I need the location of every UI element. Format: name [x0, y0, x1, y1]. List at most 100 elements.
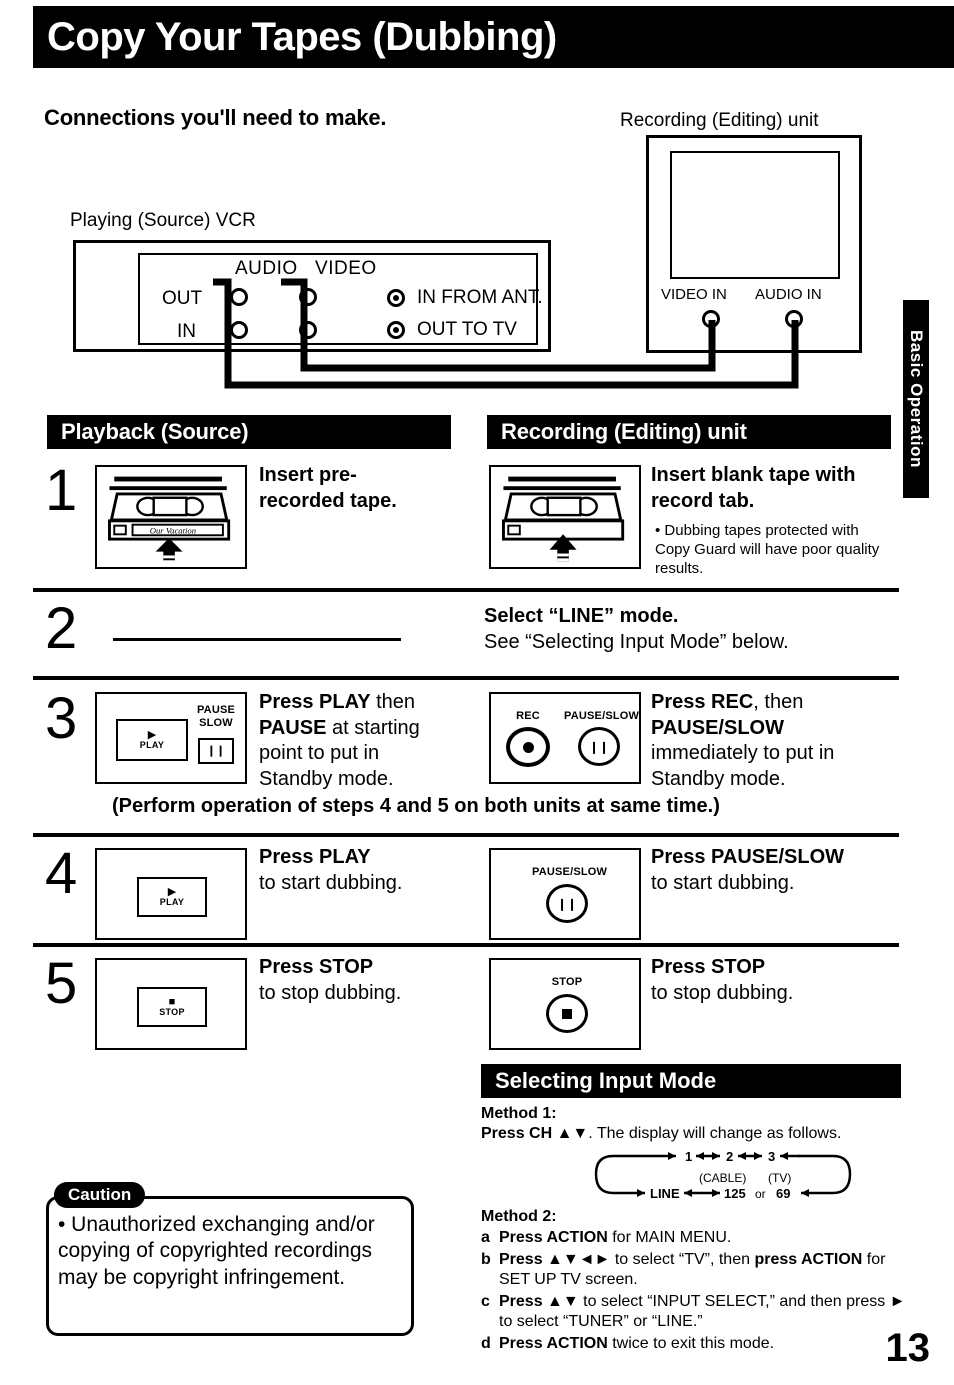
method2-b-bold1: Press ▲▼◄► [499, 1250, 611, 1268]
cassette-insert-icon: Our Vacation [108, 476, 231, 564]
recording-video-in-jack [702, 310, 720, 328]
page-header-banner: Copy Your Tapes (Dubbing) [33, 6, 954, 68]
cycle-top-1: 1 [685, 1149, 692, 1164]
play-button-graphic: ▶ PLAY [116, 719, 188, 761]
svg-text:Our Vacation: Our Vacation [150, 525, 196, 535]
method2-b-bold2: press ACTION [754, 1250, 863, 1268]
step5-right-line2: to stop dubbing. [651, 981, 794, 1004]
step1-right-graphic [489, 465, 641, 569]
step5-left-graphic: ■ STOP [95, 958, 247, 1050]
method2-text-d: Press ACTION twice to exit this mode. [499, 1334, 774, 1354]
cycle-top-3: 3 [768, 1149, 775, 1164]
method2-label: Method 2: [481, 1207, 557, 1225]
audio-video-header: AUDIO VIDEO [235, 258, 377, 280]
step5-right-text: Press STOP to stop dubbing. [651, 955, 911, 1006]
method1-rest: . The display will change as follows. [588, 1125, 842, 1143]
step1-right-line1: Insert blank tape with [651, 464, 856, 486]
side-tab-label: Basic Operation [907, 330, 926, 468]
in-row-label: IN [177, 321, 196, 342]
method2-letter-b: b [481, 1250, 491, 1268]
play-button-label: PLAY [159, 896, 185, 907]
step5-left-line2: to stop dubbing. [259, 981, 402, 1004]
recording-unit-label: Recording (Editing) unit [620, 110, 819, 131]
step2-right-line1: Select “LINE” mode. [484, 605, 679, 627]
step-divider-2 [33, 676, 899, 680]
step5-right-line1: Press STOP [651, 956, 766, 978]
pause-bars-icon: ❙❙ [556, 896, 578, 911]
step1-left-line2: recorded tape. [259, 489, 397, 512]
step-number-5: 5 [45, 951, 78, 1016]
ant-out-label: OUT TO TV [417, 319, 517, 340]
stop-button-graphic: ■ STOP [137, 987, 207, 1027]
step3-perform-note: (Perform operation of steps 4 and 5 on b… [112, 795, 720, 817]
step3-left-text: Press PLAY then PAUSE at starting point … [259, 690, 459, 792]
method2-a-bold: Press ACTION [499, 1229, 608, 1247]
play-button-graphic: ▶ PLAY [137, 877, 207, 917]
selecting-input-mode-body: Method 1: Press CH ▲▼. The display will … [481, 1104, 911, 1354]
ant-in-jack [387, 289, 405, 307]
cassette-insert-icon [502, 476, 625, 562]
page-title: Copy Your Tapes (Dubbing) [47, 15, 557, 59]
video-in-jack [299, 321, 317, 339]
step-number-1: 1 [45, 458, 78, 523]
step5-left-text: Press STOP to stop dubbing. [259, 955, 459, 1006]
play-button-label: PLAY [139, 739, 165, 750]
step1-left-text: Insert pre- recorded tape. [259, 463, 449, 514]
rec-button-graphic [506, 727, 550, 767]
slow-label: SLOW [199, 716, 233, 729]
method2-letter-a: a [481, 1229, 490, 1247]
step5-left-line1: Press STOP [259, 956, 374, 978]
audio-header-label: AUDIO [235, 258, 298, 279]
method1-label: Method 1: [481, 1105, 557, 1122]
rec-dot-icon [522, 741, 534, 753]
column-header-recording-label: Recording (Editing) unit [501, 419, 747, 444]
source-vcr-jack-panel: AUDIO VIDEO OUT IN IN FROM ANT. OUT TO T… [138, 253, 543, 345]
rec-caption: REC [516, 710, 540, 722]
selecting-input-mode-title: Selecting Input Mode [495, 1068, 717, 1093]
step3-right-line4: Standby mode. [651, 767, 786, 790]
step3-right-graphic: REC PAUSE/SLOW ❙❙ [489, 692, 641, 784]
step4-left-line2: to start dubbing. [259, 871, 403, 894]
step3-left-line2-bold: PAUSE [259, 716, 327, 739]
out-row-label: OUT [162, 288, 203, 309]
column-header-playback: Playback (Source) [47, 415, 451, 449]
method2-text-b: Press ▲▼◄► to select “TV”, then press AC… [499, 1250, 911, 1291]
side-tab-basic-operation: Basic Operation [903, 300, 929, 498]
step4-left-graphic: ▶ PLAY [95, 848, 247, 940]
stop-button-graphic [546, 994, 588, 1033]
source-vcr-chassis: AUDIO VIDEO OUT IN IN FROM ANT. OUT TO T… [73, 240, 551, 352]
play-triangle-icon: ▶ [167, 885, 177, 898]
method2-b-rest1: to select “TV”, then [610, 1250, 755, 1268]
step1-left-graphic: Our Vacation [95, 465, 247, 569]
step4-right-graphic: PAUSE/SLOW ❙❙ [489, 848, 641, 940]
selecting-input-mode-header: Selecting Input Mode [481, 1064, 901, 1098]
method2-c-bold: Press ▲▼ [499, 1292, 579, 1310]
cycle-tv-label: (TV) [768, 1171, 791, 1185]
play-triangle-icon: ▶ [147, 728, 157, 741]
step3-right-text: Press REC, then PAUSE/SLOW immediately t… [651, 690, 901, 792]
step3-left-line2-rest: at starting [326, 716, 420, 739]
pause-slow-caption: PAUSE/SLOW [532, 866, 608, 878]
step2-left-dash [113, 638, 401, 641]
video-header-label: VIDEO [315, 258, 377, 279]
step3-left-graphic: ▶ PLAY PAUSE SLOW ❙❙ [95, 692, 247, 784]
cycle-cable-value: 125 [724, 1186, 746, 1201]
step4-right-text: Press PAUSE/SLOW to start dubbing. [651, 845, 911, 896]
method2-item-a: a Press ACTION for MAIN MENU. [481, 1228, 911, 1248]
step3-left-line1-bold: Press PLAY [259, 691, 371, 713]
column-header-playback-label: Playback (Source) [61, 419, 249, 444]
method2-item-c: c Press ▲▼ to select “INPUT SELECT,” and… [481, 1292, 911, 1333]
pause-bars-icon: ❙❙ [206, 744, 226, 757]
stop-caption: STOP [551, 976, 583, 988]
step-number-3: 3 [45, 686, 78, 751]
step1-right-line2: record tab. [651, 489, 755, 512]
stop-button-label: STOP [159, 1006, 185, 1017]
pause-slow-button-graphic: ❙❙ [578, 727, 620, 766]
pause-label: PAUSE [196, 704, 236, 716]
step-number-4: 4 [45, 841, 78, 906]
step-number-2: 2 [45, 596, 78, 661]
audio-in-label: AUDIO IN [755, 286, 822, 303]
stop-square-icon [562, 1008, 572, 1019]
method2-text-c: Press ▲▼ to select “INPUT SELECT,” and t… [499, 1292, 911, 1333]
step3-right-line1-rest: , then [753, 691, 804, 713]
